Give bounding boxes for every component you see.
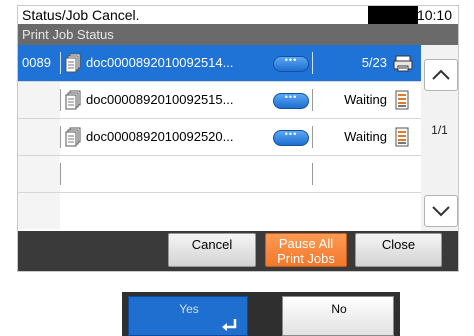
job-id-cell — [18, 156, 60, 192]
page-indicator: 1/1 — [431, 123, 448, 137]
job-id-cell — [18, 82, 60, 118]
scroll-down-icon — [432, 206, 450, 217]
document-stack-icon — [65, 127, 81, 147]
scroll-column: 1/1 — [421, 45, 458, 231]
document-stack-icon — [65, 53, 81, 73]
no-button[interactable]: No — [282, 296, 394, 336]
enter-icon — [222, 319, 237, 331]
job-status-panel: Status/Job Cancel. 10:10 Print Job Statu… — [17, 5, 459, 272]
divider — [60, 89, 61, 111]
detail-pill-icon[interactable] — [273, 92, 309, 109]
job-name: doc0000892010092515... — [86, 92, 234, 107]
job-row[interactable]: doc0000892010092520... Waiting — [18, 119, 421, 156]
document-stack-icon — [65, 90, 81, 110]
job-row-empty — [18, 156, 421, 193]
cancel-button[interactable]: Cancel — [168, 233, 256, 267]
waiting-icon — [395, 127, 409, 147]
yes-button[interactable]: Yes — [128, 296, 248, 336]
confirm-dialog: Yes No — [122, 292, 400, 336]
screen-title: Status/Job Cancel. — [22, 7, 140, 23]
job-id-cell — [18, 119, 60, 155]
pause-button-line1: Pause All — [278, 236, 334, 251]
divider — [312, 89, 313, 111]
scroll-up-icon — [432, 69, 450, 80]
job-row[interactable]: 0089 doc0000892010092514... 5/23 — [18, 45, 421, 82]
divider — [60, 52, 61, 74]
detail-pill-icon[interactable] — [273, 55, 309, 72]
title-bar: Status/Job Cancel. 10:10 — [18, 6, 458, 24]
job-list: 0089 doc0000892010092514... 5/23 — [18, 45, 421, 231]
job-row-empty — [18, 193, 421, 231]
job-name: doc0000892010092520... — [86, 129, 234, 144]
detail-pill-icon[interactable] — [273, 129, 309, 146]
job-id-cell — [18, 193, 60, 229]
bottom-bar: Cancel Pause All Print Jobs Close — [18, 231, 458, 271]
close-button[interactable]: Close — [355, 233, 442, 267]
divider — [60, 163, 61, 185]
pause-all-print-jobs-button[interactable]: Pause All Print Jobs — [265, 233, 347, 267]
job-status: 5/23 — [361, 55, 387, 70]
job-id-cell: 0089 — [18, 45, 60, 81]
divider — [312, 52, 313, 74]
job-id: 0089 — [22, 55, 51, 70]
job-name: doc0000892010092514... — [86, 55, 234, 70]
scroll-up-button[interactable] — [424, 59, 458, 91]
cancel-button-label: Cancel — [191, 237, 233, 252]
divider — [312, 163, 313, 185]
yes-button-label: Yes — [179, 302, 199, 316]
subtitle: Print Job Status — [22, 27, 114, 42]
waiting-icon — [395, 90, 409, 110]
clock: 10:10 — [416, 7, 452, 23]
close-button-label: Close — [381, 237, 416, 252]
divider — [60, 126, 61, 148]
title-bar-dark-segment — [368, 6, 418, 24]
subtitle-bar: Print Job Status — [18, 24, 458, 45]
job-row[interactable]: doc0000892010092515... Waiting — [18, 82, 421, 119]
no-button-label: No — [331, 302, 347, 316]
scroll-down-button[interactable] — [424, 195, 458, 227]
pause-button-line2: Print Jobs — [277, 251, 335, 266]
job-status: Waiting — [344, 129, 387, 144]
divider — [312, 126, 313, 148]
printing-icon — [393, 55, 413, 72]
job-status: Waiting — [344, 92, 387, 107]
